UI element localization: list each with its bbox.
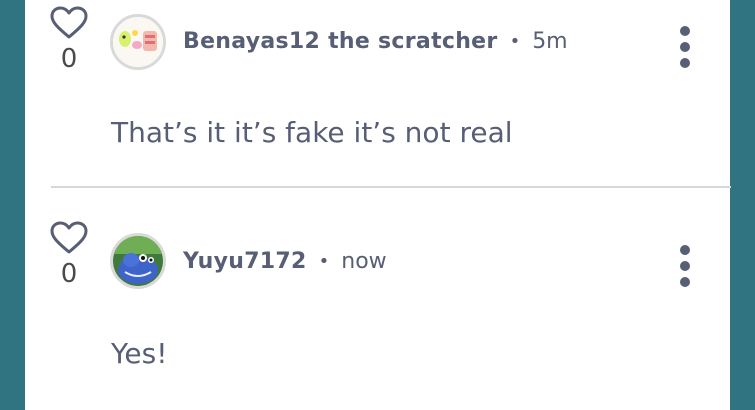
like-count: 0 <box>60 44 78 74</box>
separator-dot: • <box>318 251 330 272</box>
more-options-icon[interactable] <box>675 26 695 74</box>
comment-item: 0 Yuyu7172 • now Yes! <box>25 187 730 410</box>
heart-icon[interactable] <box>49 6 89 40</box>
like-control[interactable]: 0 <box>49 221 89 289</box>
username-link[interactable]: Yuyu7172 <box>183 249 307 274</box>
heart-icon[interactable] <box>49 221 89 255</box>
comment-item: 0 Benayas12 the scratcher • 5m That’s it… <box>25 0 730 186</box>
like-count: 0 <box>60 259 78 289</box>
timestamp: 5m <box>532 29 568 54</box>
comment-text: Yes! <box>111 337 168 370</box>
avatar[interactable] <box>110 233 166 289</box>
avatar[interactable] <box>110 14 166 70</box>
comments-panel: 0 Benayas12 the scratcher • 5m That’s it… <box>25 0 731 410</box>
more-options-icon[interactable] <box>675 245 695 293</box>
timestamp: now <box>341 249 387 274</box>
like-control[interactable]: 0 <box>49 6 89 74</box>
username-link[interactable]: Benayas12 the scratcher <box>183 29 498 54</box>
separator-dot: • <box>509 31 521 52</box>
comment-meta: Benayas12 the scratcher • 5m <box>183 29 568 54</box>
blue-creature-avatar-icon <box>113 236 163 286</box>
comment-text: That’s it it’s fake it’s not real <box>111 116 513 149</box>
pastel-sticker-avatar-icon <box>113 17 163 67</box>
comment-meta: Yuyu7172 • now <box>183 249 387 274</box>
